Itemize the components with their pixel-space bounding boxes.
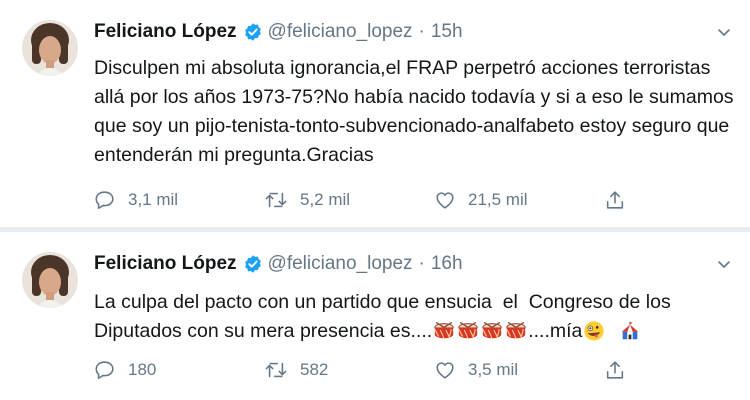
drum-emoji-icon [434, 322, 454, 339]
tweet-header: Feliciano López @feliciano_lopez · 16h [94, 252, 463, 276]
tweet-header: Feliciano López @feliciano_lopez · 15h [94, 20, 463, 44]
circus-tent-emoji-icon [622, 321, 639, 340]
author-handle[interactable]: @feliciano_lopez [268, 252, 413, 276]
retweet-button[interactable]: 582 [264, 359, 434, 381]
retweet-icon [265, 362, 287, 378]
reply-count: 180 [128, 360, 157, 379]
author-name[interactable]: Feliciano López [94, 20, 237, 44]
retweet-count: 5,2 mil [300, 190, 351, 209]
like-count: 3,5 mil [468, 360, 519, 379]
share-upload-icon [606, 191, 624, 209]
header-separator: · [418, 253, 425, 274]
retweet-count: 582 [300, 360, 329, 379]
like-count: 21,5 mil [468, 190, 528, 209]
verified-badge-icon [243, 254, 263, 274]
author-handle[interactable]: @feliciano_lopez [268, 20, 413, 44]
zany-face-emoji-icon [584, 321, 604, 341]
avatar[interactable] [22, 252, 78, 308]
tweet-text-part: ....mía [528, 320, 583, 342]
author-name[interactable]: Feliciano López [94, 252, 237, 276]
tweet-card[interactable]: Feliciano López @feliciano_lopez · 16h L… [0, 231, 750, 400]
heart-icon [436, 192, 454, 209]
tweet-timestamp[interactable]: 15h [431, 20, 463, 44]
retweet-icon [265, 192, 287, 208]
reply-button[interactable]: 180 [94, 359, 264, 381]
reply-count: 3,1 mil [128, 190, 179, 209]
drum-emoji-icon [482, 322, 502, 339]
tweet-text: Disculpen mi absoluta ignorancia,el FRAP… [94, 57, 739, 166]
tweet-text: La culpa del pacto con un partido que en… [94, 288, 734, 346]
drum-emoji-icon [506, 322, 526, 339]
chevron-down-icon[interactable] [716, 24, 732, 40]
reply-bubble-icon [95, 361, 114, 380]
header-separator: · [418, 21, 425, 42]
like-button[interactable]: 3,5 mil [434, 359, 604, 381]
emoji-group [582, 320, 642, 342]
avatar[interactable] [22, 20, 78, 76]
tweet-timestamp[interactable]: 16h [431, 252, 463, 276]
tweet-actions: 3,1 mil 5,2 mil 21,5 mil [94, 186, 654, 214]
retweet-button[interactable]: 5,2 mil [264, 189, 434, 211]
tweet-feed: Feliciano López @feliciano_lopez · 15h D… [0, 0, 750, 400]
verified-badge-icon [243, 22, 263, 42]
share-upload-icon [606, 361, 624, 379]
drum-emoji-icon [458, 322, 478, 339]
reply-bubble-icon [95, 191, 114, 210]
emoji-group [432, 320, 528, 342]
heart-icon [436, 362, 454, 379]
share-button[interactable] [604, 359, 626, 381]
reply-button[interactable]: 3,1 mil [94, 189, 264, 211]
like-button[interactable]: 21,5 mil [434, 189, 604, 211]
tweet-actions: 180 582 3,5 mil [94, 356, 654, 384]
chevron-down-icon[interactable] [716, 256, 732, 272]
share-button[interactable] [604, 189, 626, 211]
tweet-card[interactable]: Feliciano López @feliciano_lopez · 15h D… [0, 0, 750, 228]
